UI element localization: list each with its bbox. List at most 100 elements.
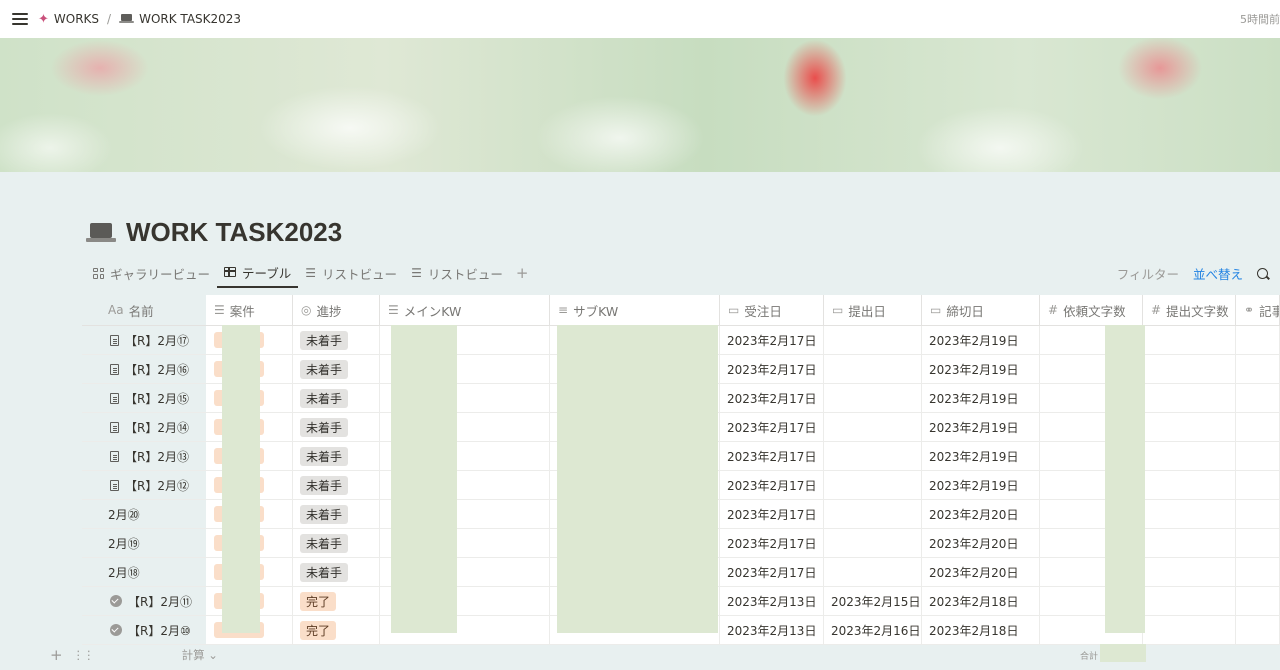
table-cell[interactable] (1236, 471, 1280, 499)
table-cell[interactable]: 2023年2月15日 (824, 587, 922, 615)
table-cell[interactable]: 未着手 (293, 471, 380, 499)
table-cell[interactable] (824, 413, 922, 441)
column-header[interactable]: Aa 名前 (82, 295, 206, 325)
table-cell[interactable] (824, 558, 922, 586)
status-tag: 未着手 (300, 417, 349, 437)
table-cell[interactable]: 未着手 (293, 413, 380, 441)
column-header[interactable]: ▭ 提出日 (824, 295, 922, 325)
row-name-cell[interactable]: 【R】2月⑯ (82, 355, 206, 383)
table-cell[interactable] (1143, 326, 1236, 354)
column-header[interactable]: # 依頼文字数 (1040, 295, 1143, 325)
table-cell[interactable]: 2023年2月17日 (720, 558, 824, 586)
column-header[interactable]: ▭ 受注日 (720, 295, 824, 325)
row-name-cell[interactable]: 2月⑲ (82, 529, 206, 557)
table-cell[interactable] (1236, 326, 1280, 354)
table-cell[interactable]: 2023年2月19日 (922, 442, 1040, 470)
column-header[interactable]: ▭ 締切日 (922, 295, 1040, 325)
row-name-cell[interactable]: 2月⑱ (82, 558, 206, 586)
row-name-cell[interactable]: 【R】2月⑬ (82, 442, 206, 470)
due-date: 2023年2月19日 (929, 449, 1019, 464)
column-header[interactable]: # 提出文字数 (1143, 295, 1236, 325)
table-cell[interactable]: 2023年2月18日 (922, 587, 1040, 615)
table-cell[interactable] (1143, 413, 1236, 441)
table-cell[interactable] (1236, 442, 1280, 470)
table-cell[interactable] (1236, 558, 1280, 586)
table-cell[interactable] (1143, 384, 1236, 412)
table-cell[interactable]: 2023年2月17日 (720, 471, 824, 499)
table-cell[interactable] (1143, 471, 1236, 499)
tab-table-view[interactable]: テーブル (217, 258, 299, 288)
table-cell[interactable]: 2023年2月20日 (922, 529, 1040, 557)
sort-button[interactable]: 並べ替え (1193, 264, 1243, 283)
row-name-cell[interactable]: 【R】2月⑫ (82, 471, 206, 499)
row-name-cell[interactable]: 【R】2月⑮ (82, 384, 206, 412)
table-cell[interactable]: 未着手 (293, 529, 380, 557)
table-cell[interactable]: 未着手 (293, 384, 380, 412)
table-cell[interactable] (1236, 355, 1280, 383)
table-cell[interactable]: 2023年2月19日 (922, 326, 1040, 354)
filter-button[interactable]: フィルター (1117, 264, 1179, 283)
table-cell[interactable]: 2023年2月17日 (720, 500, 824, 528)
table-cell[interactable] (1236, 500, 1280, 528)
table-cell[interactable]: 完了 (293, 587, 380, 615)
table-cell[interactable] (1236, 384, 1280, 412)
column-header[interactable]: ☰ 案件 (206, 295, 293, 325)
table-cell[interactable]: 2023年2月20日 (922, 500, 1040, 528)
table-cell[interactable]: 未着手 (293, 442, 380, 470)
table-cell[interactable]: 未着手 (293, 355, 380, 383)
table-cell[interactable]: 2023年2月13日 (720, 587, 824, 615)
table-cell[interactable]: 2023年2月19日 (922, 413, 1040, 441)
table-cell[interactable]: 2023年2月17日 (720, 413, 824, 441)
search-icon[interactable] (1257, 268, 1268, 279)
row-name-cell[interactable]: 【R】2月⑪ (82, 587, 206, 615)
column-header[interactable]: ⚭ 記事 (1236, 295, 1280, 325)
tab-gallery-view[interactable]: ギャラリービュー (86, 258, 217, 288)
add-view-button[interactable]: + (510, 264, 535, 282)
table-cell[interactable] (1236, 529, 1280, 557)
tab-list-view[interactable]: ☰ リストビュー (298, 258, 404, 288)
table-cell[interactable]: 2023年2月17日 (720, 326, 824, 354)
table-cell[interactable]: 未着手 (293, 326, 380, 354)
table-cell[interactable] (824, 326, 922, 354)
row-name-cell[interactable]: 2月⑳ (82, 500, 206, 528)
add-row-icon[interactable]: + (50, 646, 63, 664)
drag-handle-icon[interactable]: ⋮⋮ (73, 648, 95, 662)
breadcrumb-workspace[interactable]: WORKS (54, 12, 99, 26)
row-name-cell[interactable]: 【R】2月⑰ (82, 326, 206, 354)
order-date: 2023年2月17日 (727, 333, 817, 348)
table-cell[interactable] (1143, 355, 1236, 383)
column-header[interactable]: ☰ メインKW (380, 295, 550, 325)
table-cell[interactable] (1143, 442, 1236, 470)
table-cell[interactable]: 未着手 (293, 558, 380, 586)
table-footer: + ⋮⋮ 計算 ⌄ 合計 (0, 640, 1280, 670)
table-cell[interactable] (1143, 558, 1236, 586)
breadcrumb-page[interactable]: WORK TASK2023 (139, 12, 241, 26)
table-cell[interactable]: 2023年2月19日 (922, 471, 1040, 499)
table-cell[interactable] (1236, 413, 1280, 441)
column-header[interactable]: ≡ サブKW (550, 295, 720, 325)
table-cell[interactable] (1143, 529, 1236, 557)
calculate-button[interactable]: 計算 ⌄ (182, 647, 218, 663)
table-cell[interactable] (1236, 587, 1280, 615)
table-cell[interactable] (824, 355, 922, 383)
page-title-text[interactable]: WORK TASK2023 (126, 217, 342, 248)
table-cell[interactable]: 2023年2月20日 (922, 558, 1040, 586)
table-cell[interactable] (824, 442, 922, 470)
table-cell[interactable]: 2023年2月19日 (922, 384, 1040, 412)
menu-icon[interactable] (12, 13, 28, 25)
table-cell[interactable]: 2023年2月17日 (720, 529, 824, 557)
table-cell[interactable] (1143, 500, 1236, 528)
table-cell[interactable] (824, 500, 922, 528)
table-cell[interactable]: 未着手 (293, 500, 380, 528)
table-cell[interactable]: 2023年2月17日 (720, 384, 824, 412)
table-cell[interactable] (824, 529, 922, 557)
column-header[interactable]: ◎ 進捗 (293, 295, 380, 325)
table-cell[interactable]: 2023年2月17日 (720, 442, 824, 470)
tab-list-view-2[interactable]: ☰ リストビュー (404, 258, 510, 288)
row-name-cell[interactable]: 【R】2月⑭ (82, 413, 206, 441)
table-cell[interactable] (824, 471, 922, 499)
table-cell[interactable] (824, 384, 922, 412)
table-cell[interactable]: 2023年2月19日 (922, 355, 1040, 383)
table-cell[interactable] (1143, 587, 1236, 615)
table-cell[interactable]: 2023年2月17日 (720, 355, 824, 383)
